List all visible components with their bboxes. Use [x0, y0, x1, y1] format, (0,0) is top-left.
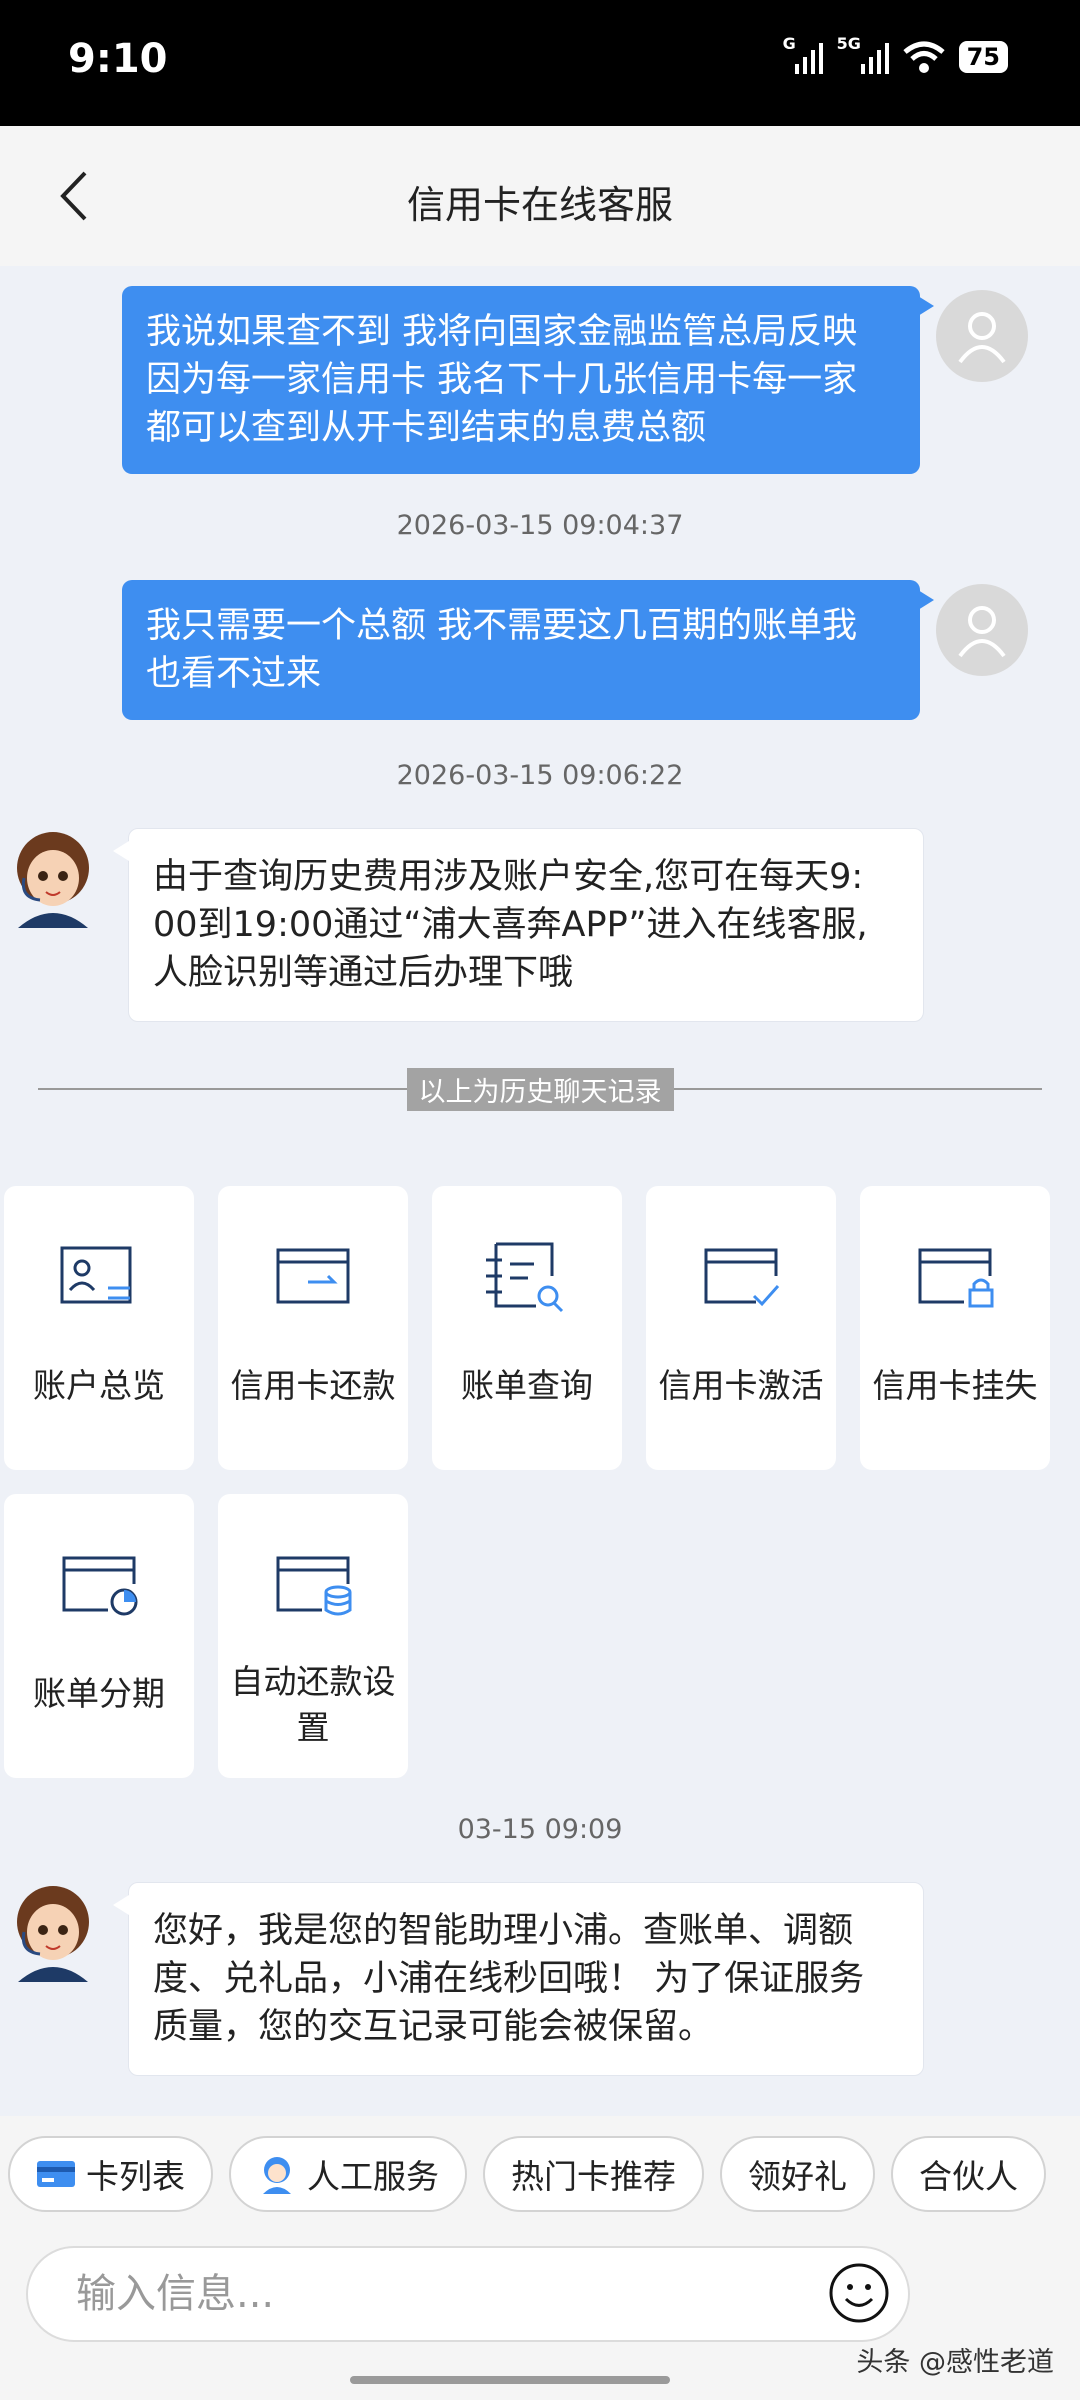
user-avatar[interactable] — [936, 584, 1028, 676]
chip-label: 合伙人 — [919, 2157, 1018, 2196]
chip-partner[interactable]: 合伙人 — [891, 2136, 1046, 2212]
chip-card-list[interactable]: 卡列表 — [8, 2136, 213, 2212]
signal-5g-icon: 5G — [837, 34, 889, 74]
user-avatar[interactable] — [936, 290, 1028, 382]
message-timestamp: 2026-03-15 09:06:22 — [396, 760, 684, 791]
message-line: 00到19:00通过“浦大喜奔APP”进入在线客服, — [153, 905, 868, 945]
card-repayment-icon — [276, 1248, 350, 1304]
assistant-message-bubble: 由于查询历史费用涉及账户安全,您可在每天9: 00到19:00通过“浦大喜奔AP… — [113, 828, 924, 1022]
menu-label: 账户总览 — [33, 1366, 165, 1405]
card-lock-icon — [918, 1248, 994, 1308]
menu-label: 账单分期 — [33, 1674, 165, 1713]
home-indicator[interactable] — [350, 2376, 670, 2384]
chip-label: 卡列表 — [86, 2157, 185, 2196]
menu-label: 账单查询 — [461, 1366, 593, 1405]
account-overview-icon — [60, 1246, 132, 1304]
chip-label: 领好礼 — [748, 2157, 847, 2196]
user-icon — [958, 606, 1006, 658]
history-divider: 以上为历史聊天记录 — [0, 1068, 1080, 1111]
message-line: 我只需要一个总额 我不需要这几百期的账单我 — [146, 606, 858, 646]
message-line: 人脸识别等通过后办理下哦 — [153, 953, 574, 993]
watermark: 头条 @感性老道 — [856, 2347, 1054, 2378]
chip-agent-service[interactable]: 人工服务 — [229, 2136, 467, 2212]
status-bar: 9:10 G 5G 75 — [0, 0, 1080, 126]
menu-card-repayment[interactable]: 信用卡还款 — [218, 1186, 408, 1470]
message-timestamp: 03-15 09:09 — [457, 1814, 623, 1845]
message-input[interactable] — [76, 2266, 796, 2322]
menu-bill-installment[interactable]: 账单分期 — [4, 1494, 194, 1778]
emoji-icon[interactable] — [828, 2262, 890, 2324]
battery-icon: 75 — [958, 41, 1008, 73]
message-line: 由于查询历史费用涉及账户安全,您可在每天9: — [153, 857, 864, 897]
menu-card-activate[interactable]: 信用卡激活 — [646, 1186, 836, 1470]
status-time: 9:10 — [68, 36, 168, 82]
message-line: 您好，我是您的智能助理小浦。查账单、调额 — [153, 1911, 854, 1951]
user-icon — [958, 312, 1006, 364]
wifi-icon — [902, 41, 945, 73]
user-message-bubble: 我说如果查不到 我将向国家金融监管总局反映 因为每一家信用卡 我名下十几张信用卡… — [122, 286, 934, 474]
menu-account-overview[interactable]: 账户总览 — [4, 1186, 194, 1470]
message-line: 都可以查到从开卡到结束的息费总额 — [146, 408, 707, 448]
assistant-message-bubble: 您好，我是您的智能助理小浦。查账单、调额 度、兑礼品，小浦在线秒回哦！ 为了保证… — [113, 1882, 924, 2076]
menu-label: 自动还款设 — [230, 1662, 396, 1701]
menu-label-line2: 置 — [296, 1708, 330, 1747]
card-list-icon — [37, 2161, 75, 2187]
history-divider-label: 以上为历史聊天记录 — [406, 1068, 674, 1111]
menu-auto-repay[interactable]: 自动还款设 置 — [218, 1494, 408, 1778]
card-activate-icon — [704, 1248, 780, 1307]
menu-bill-search[interactable]: 账单查询 — [432, 1186, 622, 1470]
bill-search-icon — [486, 1242, 564, 1313]
bill-installment-icon — [62, 1556, 138, 1616]
signal-icon: G — [783, 34, 823, 74]
menu-label: 信用卡挂失 — [872, 1366, 1038, 1405]
shortcut-chips: 卡列表 人工服务 热门卡推荐 领好礼 合伙人 — [8, 2136, 1046, 2212]
page-title: 信用卡在线客服 — [406, 183, 673, 227]
message-timestamp: 2026-03-15 09:04:37 — [396, 510, 684, 541]
menu-label: 信用卡还款 — [230, 1366, 396, 1405]
menu-label: 信用卡激活 — [658, 1366, 824, 1405]
chip-gifts[interactable]: 领好礼 — [720, 2136, 875, 2212]
menu-card-lock[interactable]: 信用卡挂失 — [860, 1186, 1050, 1470]
chip-label: 热门卡推荐 — [511, 2157, 676, 2196]
agent-icon — [263, 2157, 291, 2194]
message-line: 因为每一家信用卡 我名下十几张信用卡每一家 — [146, 360, 858, 400]
auto-repay-icon — [276, 1556, 352, 1616]
message-line: 也看不过来 — [146, 654, 322, 694]
signal-label: G — [782, 34, 796, 53]
message-line: 我说如果查不到 我将向国家金融监管总局反映 — [146, 312, 858, 352]
user-message-bubble: 我只需要一个总额 我不需要这几百期的账单我 也看不过来 — [122, 580, 934, 720]
message-line: 质量，您的交互记录可能会被保留。 — [153, 2007, 714, 2047]
chip-hot-cards[interactable]: 热门卡推荐 — [483, 2136, 704, 2212]
status-icons: G 5G 75 — [783, 34, 1008, 74]
assistant-avatar — [17, 832, 89, 928]
message-line: 度、兑礼品，小浦在线秒回哦！ 为了保证服务 — [153, 1959, 865, 1999]
chip-label: 人工服务 — [307, 2157, 439, 2196]
message-input-container — [26, 2246, 910, 2342]
assistant-avatar — [17, 1886, 89, 1982]
signal-5g-label: 5G — [836, 34, 861, 53]
nav-header: 信用卡在线客服 — [0, 126, 1080, 266]
